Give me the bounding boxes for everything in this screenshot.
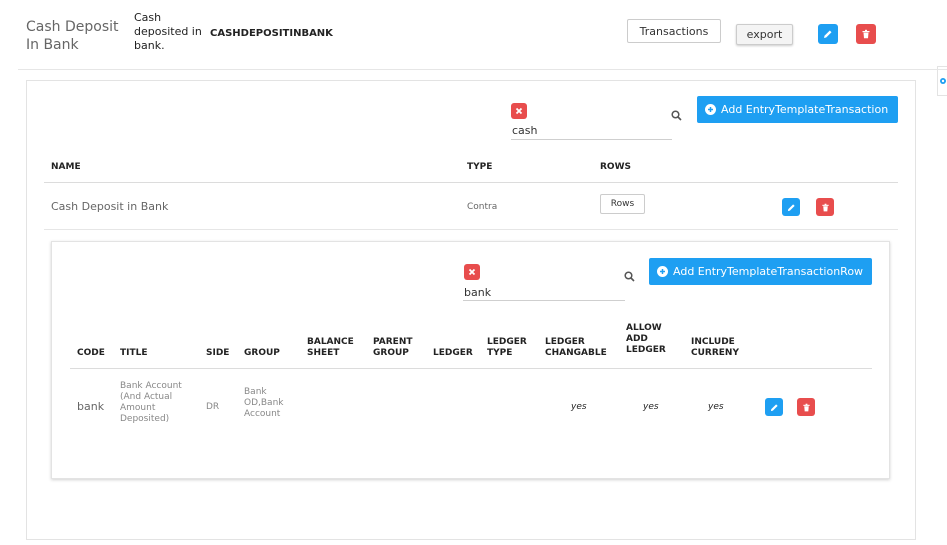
col-ledger: LEDGER	[433, 348, 473, 358]
clear-row-search-button[interactable]	[464, 264, 480, 280]
col-allow-add-ledger-line2: ADD	[626, 334, 648, 344]
add-transaction-label: Add EntryTemplateTransaction	[721, 103, 889, 116]
rows-header-divider	[70, 368, 872, 369]
row-group-line1: Bank	[244, 387, 267, 397]
col-balance-sheet-line2: SHEET	[307, 348, 340, 358]
row-group-line2: OD,Bank	[244, 398, 284, 408]
template-code: CASHDEPOSITINBANK	[210, 28, 333, 39]
export-button[interactable]: export	[736, 24, 793, 45]
trash-icon	[821, 203, 829, 211]
col-parent-group: PARENT GROUP	[373, 337, 413, 359]
trash-icon	[802, 403, 810, 411]
edit-row-button[interactable]	[765, 398, 783, 416]
row-group: Bank OD,Bank Account	[244, 387, 283, 420]
transaction-name: Cash Deposit in Bank	[51, 200, 169, 213]
row-ledger-changable: yes	[571, 402, 587, 412]
col-allow-add-ledger: ALLOW ADD LEDGER	[626, 323, 666, 356]
col-ledger-changable-line1: LEDGER	[545, 337, 585, 347]
col-balance-sheet-line1: BALANCE	[307, 337, 354, 347]
row-title-line2: (And Actual	[120, 392, 173, 402]
delete-template-button[interactable]	[856, 24, 876, 44]
col-ledger-type-line2: TYPE	[487, 348, 513, 358]
col-balance-sheet: BALANCE SHEET	[307, 337, 354, 359]
col-ledger-type-line1: LEDGER	[487, 337, 527, 347]
col-side: SIDE	[206, 348, 230, 358]
col-code: CODE	[77, 348, 105, 358]
col-include-currency-line2: CURRENY	[691, 348, 739, 358]
row-title-line4: Deposited)	[120, 414, 170, 424]
rows-button[interactable]: Rows	[600, 194, 645, 214]
row-search-input[interactable]: bank	[464, 286, 491, 299]
template-description: Cash deposited in bank.	[134, 11, 202, 52]
col-include-currency: INCLUDE CURRENY	[691, 337, 739, 359]
col-allow-add-ledger-line1: ALLOW	[626, 323, 662, 333]
row-search-icon[interactable]	[624, 267, 635, 286]
col-ledger-type: LEDGER TYPE	[487, 337, 527, 359]
gear-icon	[939, 78, 946, 84]
add-row-label: Add EntryTemplateTransactionRow	[673, 265, 864, 278]
col-type: TYPE	[467, 162, 493, 172]
row-code: bank	[77, 400, 105, 413]
row-title: Bank Account (And Actual Amount Deposite…	[120, 381, 182, 425]
row-search-underline	[463, 300, 625, 301]
col-include-currency-line1: INCLUDE	[691, 337, 735, 347]
plus-circle-icon	[705, 104, 716, 115]
col-name: NAME	[51, 162, 81, 172]
trash-icon	[862, 29, 870, 39]
col-ledger-changable-line2: CHANGABLE	[545, 348, 607, 358]
clear-search-button[interactable]	[511, 103, 527, 119]
edit-template-button[interactable]	[818, 24, 838, 44]
col-allow-add-ledger-line3: LEDGER	[626, 345, 666, 355]
row-allow-add-ledger: yes	[643, 402, 659, 412]
side-drawer-tab[interactable]	[937, 66, 947, 96]
row-group-line3: Account	[244, 409, 281, 419]
delete-row-button[interactable]	[797, 398, 815, 416]
row-title-line3: Amount	[120, 403, 156, 413]
close-icon	[515, 107, 523, 115]
col-group: GROUP	[244, 348, 280, 358]
transaction-row-divider	[44, 229, 898, 230]
col-ledger-changable: LEDGER CHANGABLE	[545, 337, 607, 359]
col-title: TITLE	[120, 348, 148, 358]
pencil-icon	[787, 203, 795, 211]
template-title: Cash Deposit In Bank	[26, 19, 119, 53]
transactions-header-divider	[44, 182, 898, 183]
add-row-button[interactable]: Add EntryTemplateTransactionRow	[649, 258, 872, 285]
transaction-type: Contra	[467, 202, 498, 212]
transactions-button[interactable]: Transactions	[627, 19, 721, 43]
row-include-currency: yes	[708, 402, 724, 412]
search-underline	[511, 139, 672, 140]
search-icon[interactable]	[671, 106, 682, 125]
transaction-search-input[interactable]: cash	[512, 124, 538, 137]
plus-circle-icon	[657, 266, 668, 277]
col-parent-group-line2: GROUP	[373, 348, 409, 358]
close-icon	[468, 268, 476, 276]
pencil-icon	[824, 30, 832, 38]
pencil-icon	[770, 403, 778, 411]
header-divider	[18, 69, 947, 70]
col-parent-group-line1: PARENT	[373, 337, 413, 347]
row-title-line1: Bank Account	[120, 381, 182, 391]
row-side: DR	[206, 402, 220, 412]
add-transaction-button[interactable]: Add EntryTemplateTransaction	[697, 96, 898, 123]
edit-transaction-button[interactable]	[782, 198, 800, 216]
col-rows: ROWS	[600, 162, 631, 172]
delete-transaction-button[interactable]	[816, 198, 834, 216]
